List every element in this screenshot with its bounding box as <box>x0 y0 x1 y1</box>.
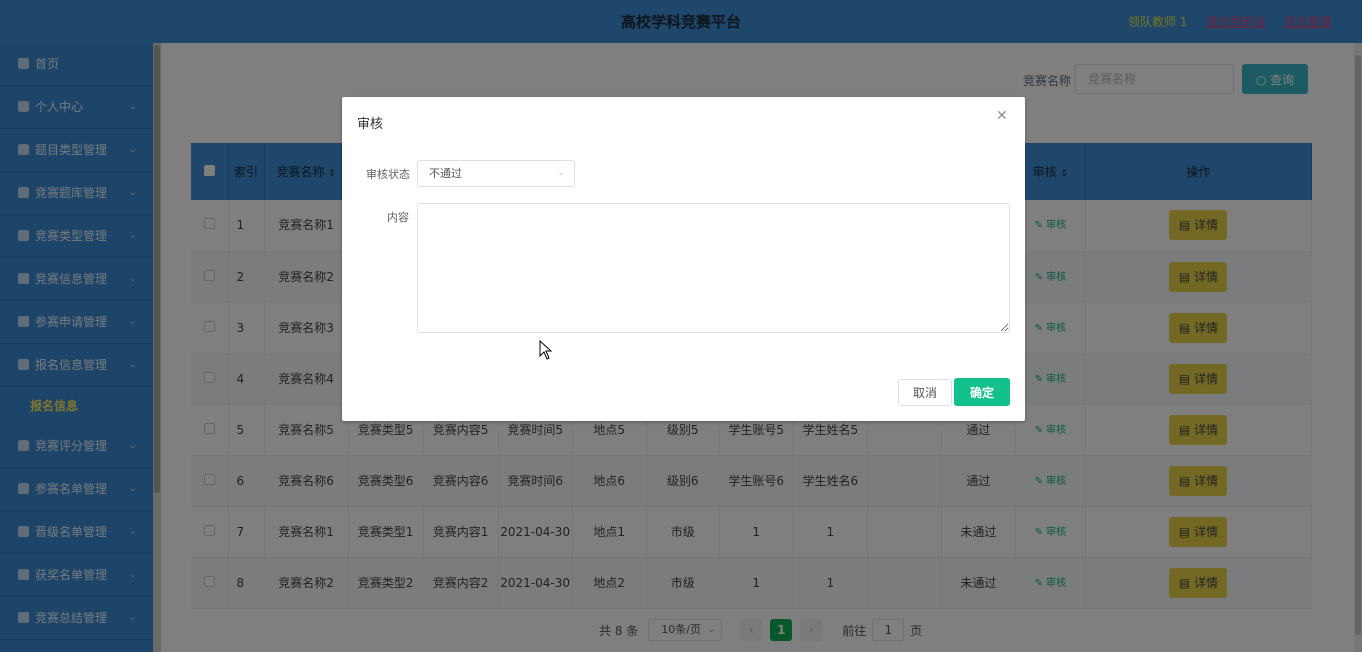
chevron-down-icon: ⌄ <box>557 168 565 178</box>
audit-dialog: 审核 ✕ 审核状态 不通过 ⌄ 内容 取消 确定 <box>342 97 1025 421</box>
audit-status-value: 不通过 <box>429 167 462 180</box>
audit-status-select[interactable]: 不通过 ⌄ <box>417 160 575 187</box>
content-textarea[interactable] <box>417 203 1010 333</box>
audit-status-label: 审核状态 <box>366 168 410 181</box>
content-label: 内容 <box>387 211 409 224</box>
close-icon[interactable]: ✕ <box>996 108 1008 124</box>
dialog-title: 审核 <box>357 117 384 132</box>
confirm-button[interactable]: 确定 <box>954 378 1010 406</box>
mouse-cursor-icon <box>539 340 553 360</box>
cancel-button[interactable]: 取消 <box>898 379 952 406</box>
